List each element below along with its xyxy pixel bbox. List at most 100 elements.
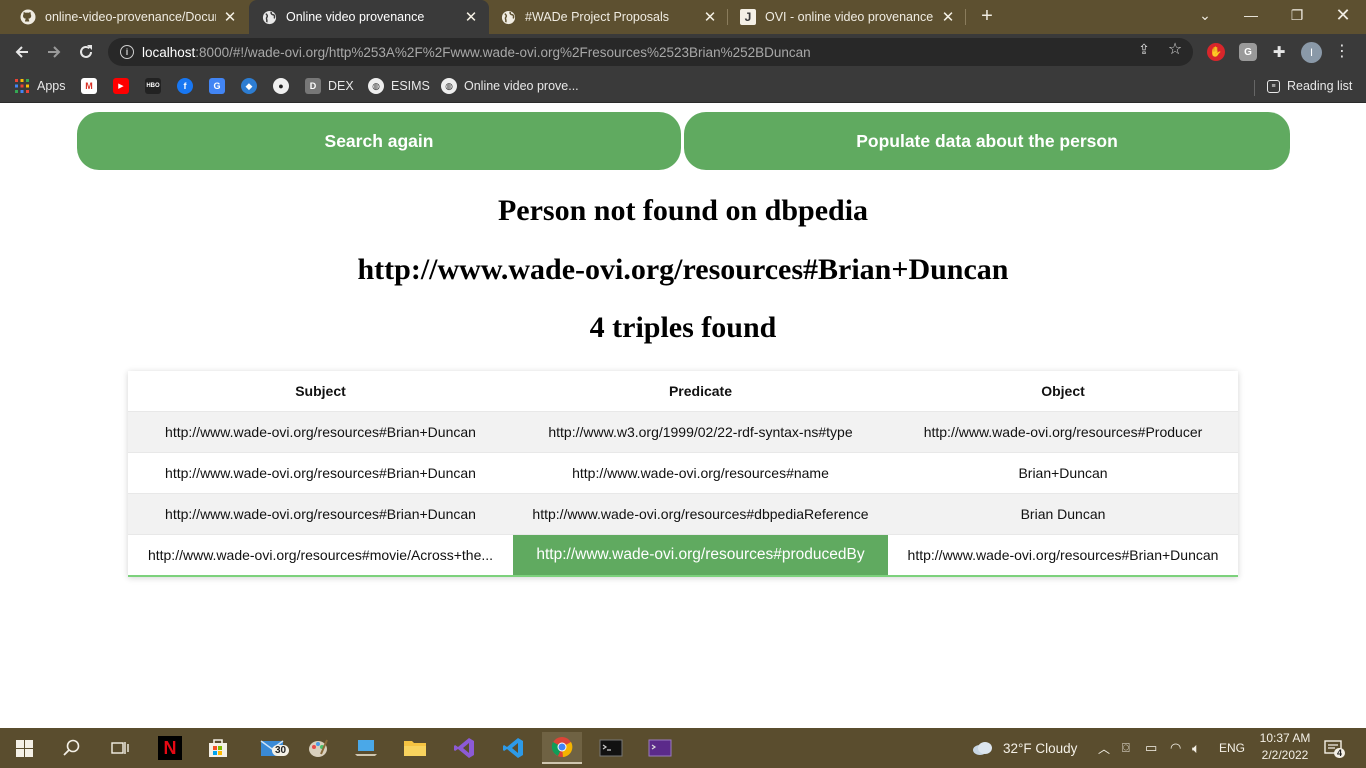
bookmarks-bar: Apps M ▶ HBO f G ◆ ● D DEX ◍ ESIMS ◍ Onl… <box>0 70 1366 103</box>
netflix-icon[interactable]: N <box>150 732 190 764</box>
chevron-up-icon[interactable]: ︿ <box>1098 728 1110 768</box>
new-tab-button[interactable]: + <box>976 5 998 27</box>
weather-widget[interactable]: 32°F Cloudy <box>972 728 1077 768</box>
address-bar[interactable]: i localhost:8000/#!/wade-ovi.org/http%25… <box>108 38 1193 66</box>
vscode-icon[interactable] <box>493 732 533 764</box>
laptop-icon[interactable] <box>346 732 386 764</box>
object-cell[interactable]: http://www.wade-ovi.org/resources#Brian+… <box>888 533 1238 575</box>
predicate-cell[interactable]: http://www.w3.org/1999/02/22-rdf-syntax-… <box>513 410 888 452</box>
share-icon[interactable]: ⇪ <box>1136 41 1152 57</box>
bookmark-apps[interactable]: Apps <box>14 76 66 96</box>
subject-cell[interactable]: http://www.wade-ovi.org/resources#movie/… <box>128 533 513 575</box>
meet-icon[interactable]: ⌼ <box>1122 728 1130 768</box>
predicate-cell-hovered[interactable]: http://www.wade-ovi.org/resources#produc… <box>513 533 888 575</box>
store-icon[interactable] <box>198 732 238 764</box>
github-icon <box>20 9 36 25</box>
bookmark-youtube[interactable]: ▶ <box>113 76 136 96</box>
battery-icon[interactable]: ▭ <box>1145 728 1157 768</box>
chrome-icon[interactable] <box>542 732 582 764</box>
more-vert-icon[interactable]: ⋮ <box>1334 42 1350 62</box>
tab-title: #WADe Project Proposals <box>525 10 670 24</box>
bookmark-github[interactable]: ● <box>273 76 296 96</box>
hbo-icon: HBO <box>145 78 161 94</box>
bookmark-label: ESIMS <box>391 79 430 93</box>
star-icon[interactable]: ☆ <box>1167 41 1183 58</box>
start-button[interactable] <box>4 732 44 764</box>
tab-wade-project-proposals[interactable]: #WADe Project Proposals ✕ <box>488 0 728 34</box>
file-explorer-icon[interactable] <box>395 732 435 764</box>
object-cell[interactable]: http://www.wade-ovi.org/resources#Produc… <box>888 410 1238 452</box>
column-header-object: Object <box>888 371 1238 411</box>
window-close-icon[interactable]: ✕ <box>1320 0 1366 30</box>
close-icon[interactable]: ✕ <box>702 9 718 26</box>
adblock-icon[interactable]: ✋ <box>1207 43 1225 61</box>
clock[interactable]: 10:37 AM 2/2/2022 <box>1250 730 1320 764</box>
dex-icon: D <box>305 78 321 94</box>
globe-icon <box>261 9 277 25</box>
object-cell: Brian Duncan <box>888 492 1238 534</box>
avatar[interactable]: I <box>1301 42 1322 63</box>
subject-cell[interactable]: http://www.wade-ovi.org/resources#Brian+… <box>128 492 513 534</box>
notifications-button[interactable]: 4 <box>1324 728 1346 768</box>
volume-icon[interactable]: 🔈︎ <box>1192 728 1200 768</box>
object-cell: Brian+Duncan <box>888 451 1238 493</box>
table-row: http://www.wade-ovi.org/resources#Brian+… <box>128 451 1238 493</box>
terminal-icon[interactable] <box>591 732 631 764</box>
predicate-cell[interactable]: http://www.wade-ovi.org/resources#name <box>513 451 888 493</box>
close-icon[interactable]: ✕ <box>940 9 956 26</box>
clock-time: 10:37 AM <box>1259 731 1311 745</box>
notification-badge: 4 <box>1334 748 1346 758</box>
reload-button[interactable] <box>72 38 100 66</box>
bookmark-label: DEX <box>328 79 354 93</box>
task-view-icon[interactable] <box>100 732 140 764</box>
bookmark-divider <box>1254 80 1255 96</box>
bookmark-hbo[interactable]: HBO <box>145 76 168 96</box>
reading-list-icon: ≡ <box>1267 79 1280 93</box>
table-row: http://www.wade-ovi.org/resources#movie/… <box>128 533 1238 575</box>
paint-icon[interactable] <box>298 732 338 764</box>
language-indicator[interactable]: ENG <box>1219 728 1245 768</box>
table-header-row: Subject Predicate Object <box>128 371 1238 411</box>
apps-grid-icon <box>14 78 30 94</box>
close-icon[interactable]: ✕ <box>463 9 479 26</box>
restore-icon[interactable]: ❐ <box>1274 0 1320 30</box>
bookmark-gmail[interactable]: M <box>81 76 104 96</box>
resource-uri-heading: http://www.wade-ovi.org/resources#Brian+… <box>357 253 1009 286</box>
bookmark-dex[interactable]: D DEX <box>305 76 354 96</box>
reading-list[interactable]: ≡ Reading list <box>1267 76 1352 96</box>
chevron-down-icon[interactable]: ⌄ <box>1182 0 1228 30</box>
search-icon[interactable] <box>52 732 92 764</box>
close-icon[interactable]: ✕ <box>222 9 238 26</box>
browser-toolbar: i localhost:8000/#!/wade-ovi.org/http%25… <box>0 34 1366 70</box>
bookmark-esims[interactable]: ◍ ESIMS <box>368 76 430 96</box>
terminal-preview-icon[interactable] <box>640 732 680 764</box>
url-text: localhost:8000/#!/wade-ovi.org/http%253A… <box>142 44 811 60</box>
subject-cell[interactable]: http://www.wade-ovi.org/resources#Brian+… <box>128 451 513 493</box>
predicate-cell[interactable]: http://www.wade-ovi.org/resources#dbpedi… <box>513 492 888 534</box>
puzzle-icon[interactable]: ✚ <box>1270 43 1288 61</box>
tab-title: Online video provenance <box>286 10 425 24</box>
minimize-icon[interactable]: — <box>1228 0 1274 30</box>
tab-online-video-provenance[interactable]: Online video provenance ✕ <box>249 0 489 34</box>
bird-icon: ◆ <box>241 78 257 94</box>
bookmark-translate[interactable]: G <box>209 76 232 96</box>
back-button[interactable] <box>8 38 36 66</box>
subject-cell[interactable]: http://www.wade-ovi.org/resources#Brian+… <box>128 410 513 452</box>
arrow-right-icon <box>48 46 61 58</box>
search-again-button[interactable]: Search again <box>77 112 681 170</box>
tab-ovi-jira[interactable]: J OVI - online video provenance - ✕ <box>728 0 966 34</box>
extension-icon[interactable]: G <box>1239 43 1257 61</box>
tab-github-docs[interactable]: online-video-provenance/Docum ✕ <box>8 0 248 34</box>
mail-icon[interactable]: 30 <box>252 732 292 764</box>
gmail-icon: M <box>81 78 97 94</box>
bookmark-label: Reading list <box>1287 79 1353 93</box>
column-header-predicate: Predicate <box>513 371 888 411</box>
info-icon[interactable]: i <box>120 45 134 59</box>
wifi-icon[interactable]: ◠ <box>1170 728 1181 768</box>
bookmark-site[interactable]: ◆ <box>241 76 264 96</box>
bookmark-facebook[interactable]: f <box>177 76 200 96</box>
bookmark-online-video-provenance[interactable]: ◍ Online video prove... <box>441 76 579 96</box>
visual-studio-icon[interactable] <box>444 732 484 764</box>
forward-button[interactable] <box>40 38 68 66</box>
populate-data-button[interactable]: Populate data about the person <box>684 112 1290 170</box>
